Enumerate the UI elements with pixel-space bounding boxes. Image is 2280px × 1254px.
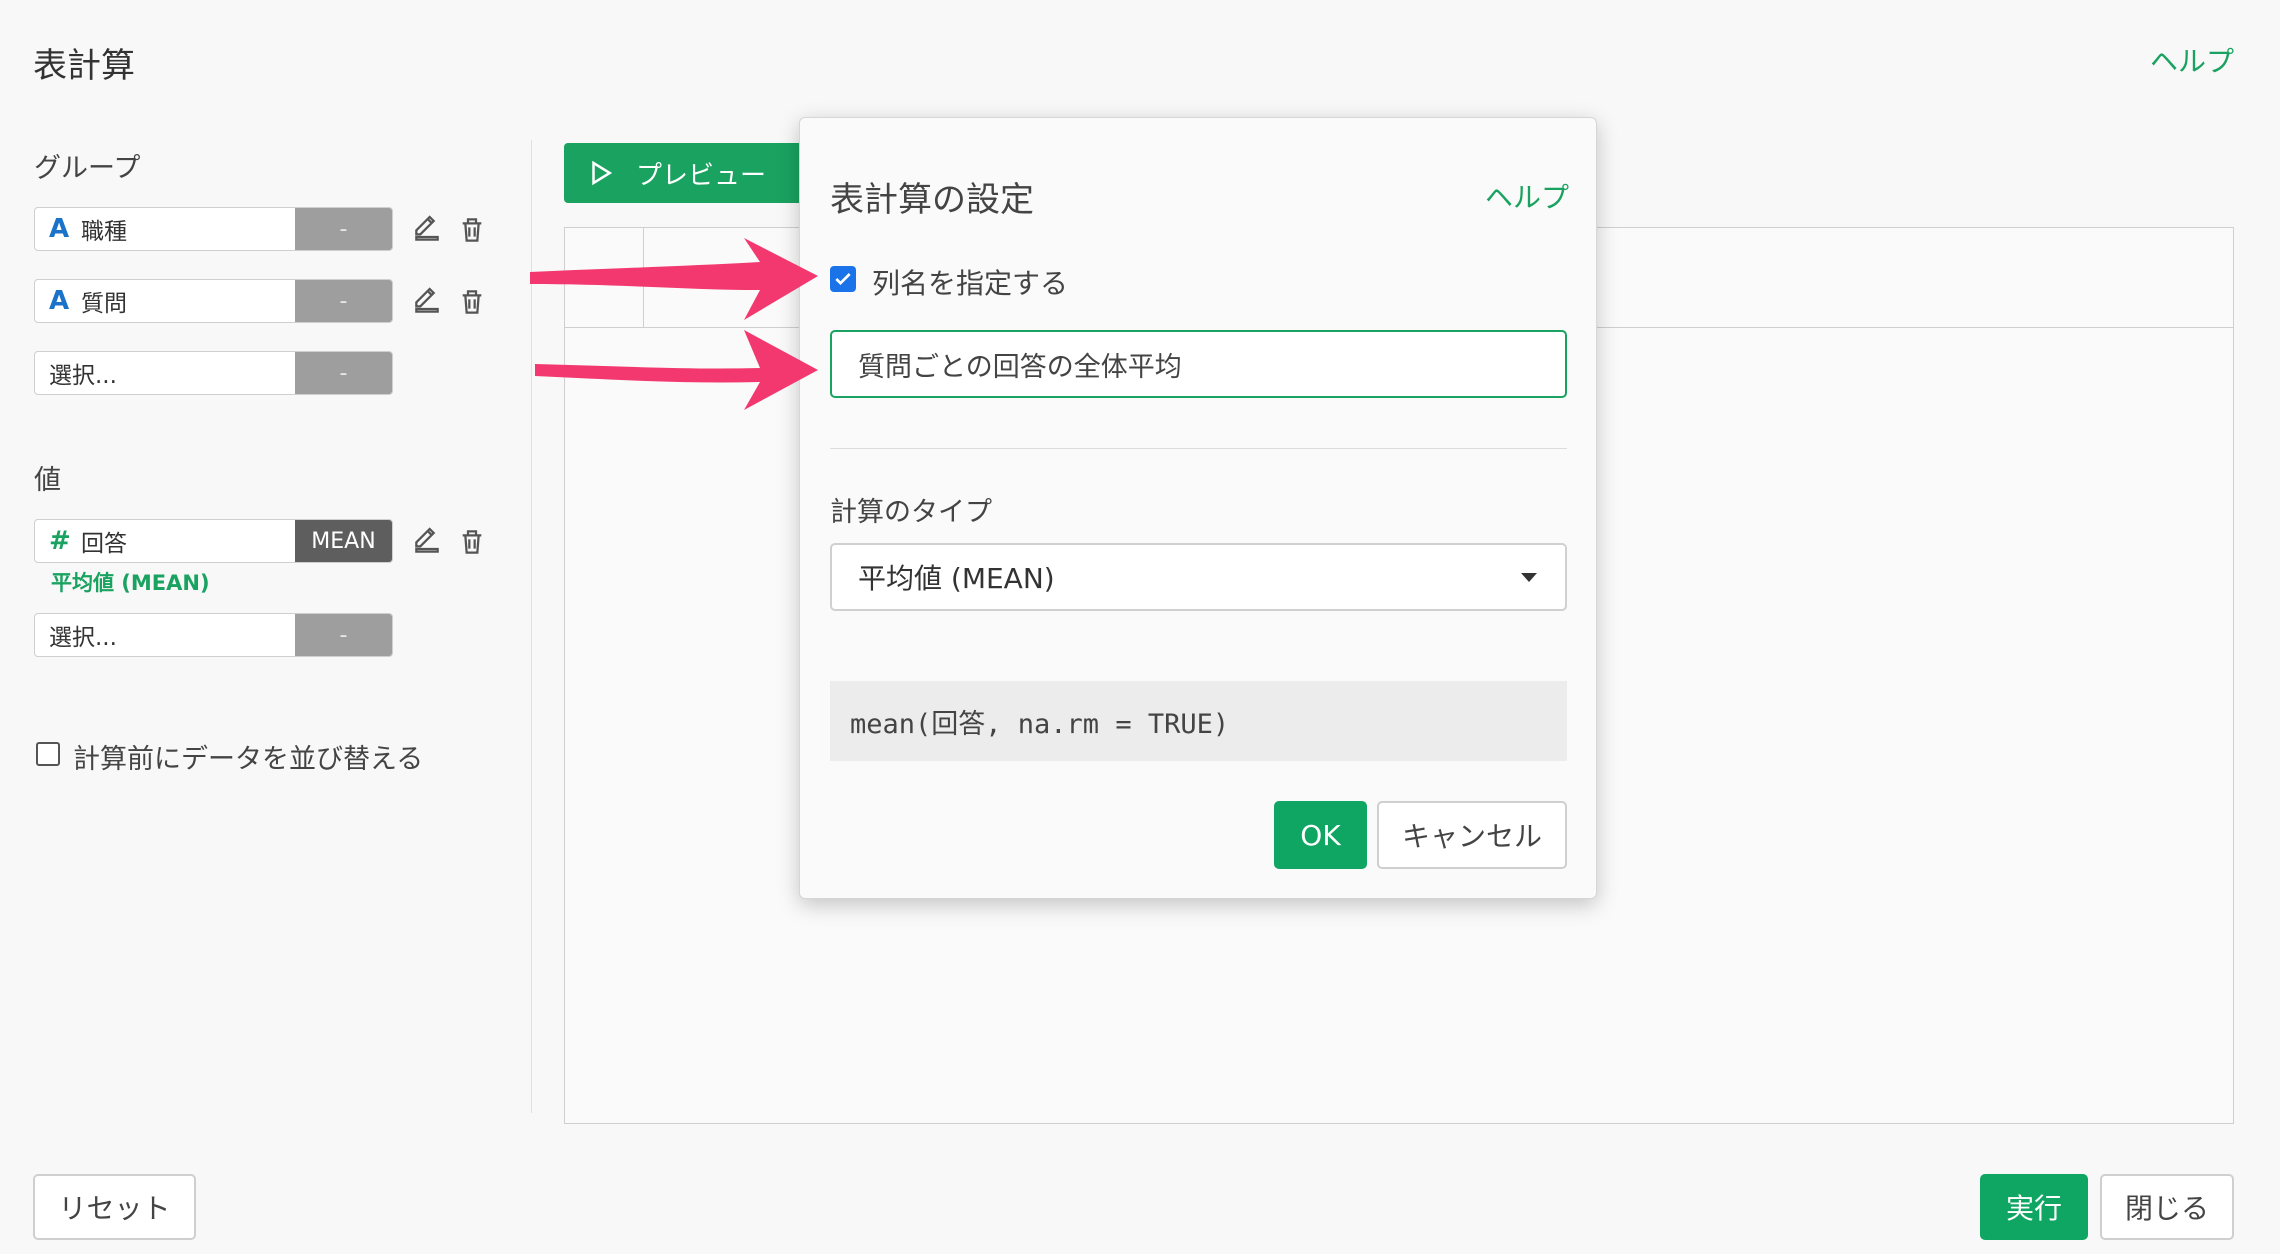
text-type-icon: A	[49, 286, 70, 316]
value-select-field[interactable]: 選択... -	[34, 613, 393, 657]
ok-button[interactable]: OK	[1274, 801, 1367, 869]
value-label: 値	[34, 465, 61, 496]
group-field-2[interactable]: A 質問 -	[34, 279, 393, 323]
group-field-name: 職種	[81, 219, 127, 245]
value-field-name: 回答	[81, 531, 127, 557]
edit-icon[interactable]	[411, 285, 443, 317]
group-field-name: 質問	[81, 291, 127, 317]
trash-icon[interactable]	[456, 526, 488, 558]
aggregation-button[interactable]: -	[295, 352, 392, 394]
group-label: グループ	[34, 153, 141, 184]
text-type-icon: A	[49, 214, 70, 244]
sort-before-calc-checkbox[interactable]	[36, 742, 60, 766]
run-button[interactable]: 実行	[1980, 1174, 2088, 1240]
dialog-divider	[830, 448, 1567, 449]
page-title: 表計算	[33, 46, 135, 86]
select-placeholder: 選択...	[49, 363, 117, 389]
aggregation-button[interactable]: -	[295, 280, 392, 322]
specify-column-name-checkbox[interactable]	[830, 266, 856, 292]
reset-button[interactable]: リセット	[33, 1174, 196, 1240]
check-icon	[835, 273, 851, 286]
preview-button[interactable]: プレビュー	[564, 143, 804, 203]
value-field-1[interactable]: # 回答 MEAN	[34, 519, 393, 563]
play-icon	[592, 160, 613, 186]
table-calc-settings-dialog: 表計算の設定 ヘルプ 列名を指定する 質問ごとの回答の全体平均 計算のタイプ 平…	[799, 117, 1597, 899]
aggregation-button[interactable]: -	[295, 208, 392, 250]
aggregation-button[interactable]: MEAN	[295, 520, 392, 562]
column-name-input[interactable]: 質問ごとの回答の全体平均	[830, 330, 1567, 398]
panel-divider	[531, 140, 532, 1113]
help-link[interactable]: ヘルプ	[2150, 40, 2234, 80]
expression-preview: mean(回答, na.rm = TRUE)	[830, 681, 1567, 761]
calc-type-value: 平均値 (MEAN)	[858, 562, 1055, 595]
edit-icon[interactable]	[411, 213, 443, 245]
calc-type-select[interactable]: 平均値 (MEAN)	[830, 543, 1567, 611]
table-column-border	[643, 227, 644, 327]
chevron-down-icon	[1521, 573, 1537, 582]
group-field-1[interactable]: A 職種 -	[34, 207, 393, 251]
numeric-type-icon: #	[49, 526, 71, 556]
aggregation-caption: 平均値 (MEAN)	[51, 571, 210, 595]
dialog-title: 表計算の設定	[830, 180, 1034, 220]
group-select-field[interactable]: 選択... -	[34, 351, 393, 395]
preview-label: プレビュー	[636, 160, 767, 191]
sort-before-calc-label: 計算前にデータを並び替える	[73, 744, 424, 775]
edit-icon[interactable]	[411, 525, 443, 557]
calc-type-label: 計算のタイプ	[830, 497, 992, 528]
dialog-help-link[interactable]: ヘルプ	[1485, 176, 1569, 216]
cancel-button[interactable]: キャンセル	[1377, 801, 1567, 869]
specify-column-name-label: 列名を指定する	[872, 267, 1069, 300]
trash-icon[interactable]	[456, 214, 488, 246]
close-button[interactable]: 閉じる	[2100, 1174, 2234, 1240]
select-placeholder: 選択...	[49, 625, 117, 651]
trash-icon[interactable]	[456, 286, 488, 318]
aggregation-button[interactable]: -	[295, 614, 392, 656]
